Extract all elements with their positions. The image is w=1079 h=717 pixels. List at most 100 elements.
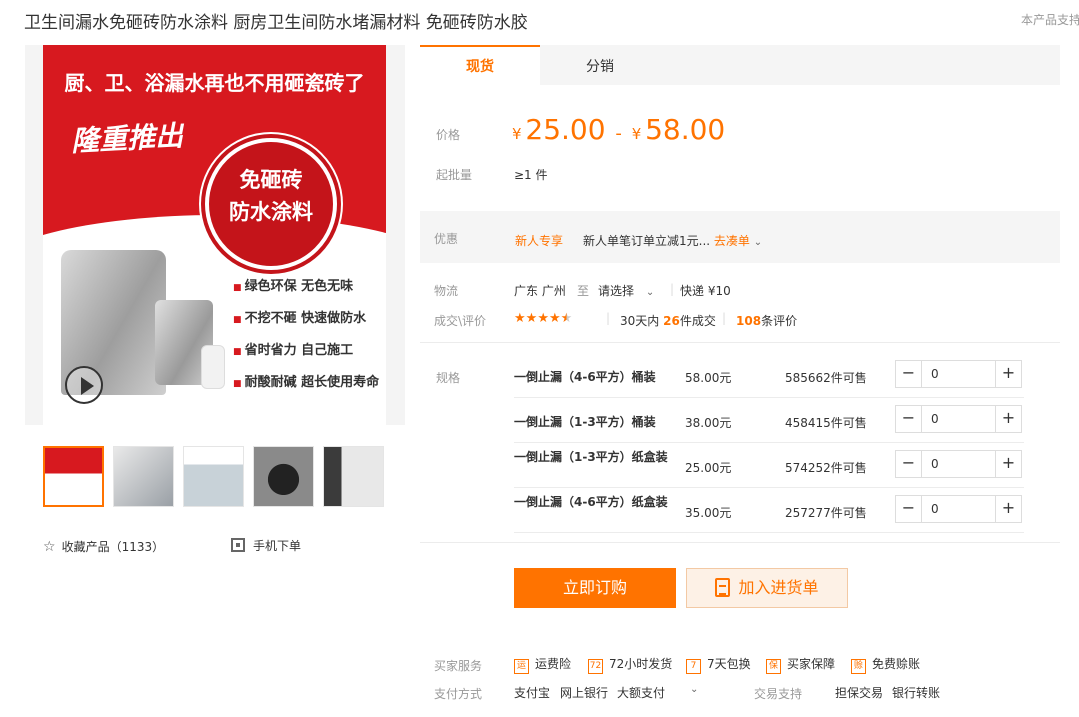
price-dash: - xyxy=(615,123,622,144)
sku-row: 一倒止漏（1-3平方）桶装 38.00元 458415件可售 − + xyxy=(514,398,1024,443)
sku-stock: 458415件可售 xyxy=(785,416,867,430)
favorite-label: 收藏产品 xyxy=(61,540,110,554)
tab-spot[interactable]: 现货 xyxy=(420,45,540,85)
promotion-text: 新人单笔订单立减1元... 去凑单 ⌄ xyxy=(583,232,762,249)
quantity-stepper: − + xyxy=(895,450,1022,478)
reviews-divider: | xyxy=(606,311,611,325)
destination-value: 请选择 xyxy=(598,284,635,298)
sku-stock: 574252件可售 xyxy=(785,461,867,475)
chevron-down-icon[interactable]: ⌄ xyxy=(754,237,762,248)
poster-seal: 免砸砖 防水涂料 xyxy=(205,138,337,270)
add-to-cart-button[interactable]: 加入进货单 xyxy=(686,568,848,608)
thumbnail-4[interactable] xyxy=(253,446,314,507)
sku-stock: 585662件可售 xyxy=(785,371,867,385)
service-buyer-protection[interactable]: 保买家保障 xyxy=(766,655,835,674)
thumbnail-3[interactable] xyxy=(183,446,244,507)
reviews-label: 成交\评价 xyxy=(434,314,487,328)
quantity-input[interactable] xyxy=(923,451,995,477)
clipboard-icon xyxy=(715,578,731,597)
poster-feature: 绿色环保 无色无味 xyxy=(233,275,379,294)
sku-label: 规格 xyxy=(436,371,461,385)
thumbnail-1[interactable] xyxy=(43,446,104,507)
moq-label: 起批量 xyxy=(436,168,473,182)
trade-support-label: 交易支持 xyxy=(754,687,803,701)
destination-select[interactable]: 请选择 ⌄ xyxy=(598,282,654,299)
favorite-button[interactable]: ☆ 收藏产品（1133） xyxy=(43,538,164,555)
decrease-button[interactable]: − xyxy=(896,361,922,387)
decrease-button[interactable]: − xyxy=(896,406,922,432)
poster-feature: 耐酸耐碱 超长使用寿命 xyxy=(233,371,380,390)
buy-now-button[interactable]: 立即订购 xyxy=(514,568,676,608)
increase-button[interactable]: + xyxy=(995,496,1021,522)
shipping-72h-icon: 72 xyxy=(588,659,603,674)
increase-button[interactable]: + xyxy=(995,406,1021,432)
exchange-7day-icon: 7 xyxy=(686,659,701,674)
star-icon: ★ xyxy=(537,311,549,326)
decrease-button[interactable]: − xyxy=(896,451,922,477)
offer-tabs: 现货 分销 xyxy=(420,45,1060,85)
divider xyxy=(420,342,1060,343)
price-label: 价格 xyxy=(436,128,461,142)
review-suffix: 条评价 xyxy=(761,314,798,328)
sku-name: 一倒止漏（4-6平方）纸盒装 xyxy=(514,495,668,509)
promotion-tag: 新人专享 xyxy=(515,234,564,248)
chevron-down-icon[interactable]: ⌄ xyxy=(690,684,698,695)
sku-name: 一倒止漏（4-6平方）桶装 xyxy=(514,370,656,384)
star-icon: ★ xyxy=(525,311,538,326)
product-title: 卫生间漏水免砸砖防水涂料 厨房卫生间防水堵漏材料 免砸砖防水胶 xyxy=(24,13,528,33)
logistics-origin: 广东 广州 xyxy=(514,284,566,298)
sku-name: 一倒止漏（1-3平方）桶装 xyxy=(514,415,656,429)
rating-stars: ★★★★★ xyxy=(514,311,572,326)
decrease-button[interactable]: − xyxy=(896,496,922,522)
poster-features: 绿色环保 无色无味 不挖不砸 快速做防水 省时省力 自己施工 耐酸耐碱 超长使用… xyxy=(233,275,380,403)
quantity-stepper: − + xyxy=(895,405,1022,433)
sku-row: 一倒止漏（4-6平方）桶装 58.00元 585662件可售 − + xyxy=(514,353,1024,398)
service-freight-insurance[interactable]: 运运费险 xyxy=(514,655,571,674)
logistics-divider: | xyxy=(670,282,675,296)
currency-symbol: ¥ xyxy=(512,125,522,143)
deals-count: 26 xyxy=(663,314,680,328)
quantity-stepper: − + xyxy=(895,360,1022,388)
poster-headline: 厨、卫、浴漏水再也不用砸瓷砖了 xyxy=(64,71,365,95)
quantity-input[interactable] xyxy=(923,361,995,387)
promotion-link[interactable]: 去凑单 xyxy=(714,234,750,248)
mobile-order-button[interactable]: 手机下单 xyxy=(231,537,301,554)
poster-feature: 不挖不砸 快速做防水 xyxy=(233,307,379,326)
product-bottle xyxy=(201,345,225,389)
freight-insurance-icon: 运 xyxy=(514,659,529,674)
chevron-down-icon: ⌄ xyxy=(645,287,655,298)
service-free-credit[interactable]: 赊免费赊账 xyxy=(851,655,920,674)
increase-button[interactable]: + xyxy=(995,361,1021,387)
quantity-stepper: − + xyxy=(895,495,1022,523)
service-label: 7天包换 xyxy=(707,657,751,671)
service-7day-exchange[interactable]: 7 7天包换 xyxy=(686,655,751,674)
service-label: 免费赊账 xyxy=(872,657,921,671)
payment-method: 大额支付 xyxy=(617,686,666,700)
service-label: 运费险 xyxy=(535,657,572,671)
video-play-icon[interactable] xyxy=(65,366,103,404)
review-link[interactable]: 108条评价 xyxy=(736,312,797,329)
logistics-to: 至 xyxy=(577,284,590,298)
payment-label: 支付方式 xyxy=(434,687,483,701)
seal-line-2: 防水涂料 xyxy=(229,200,313,224)
main-product-image[interactable]: 厨、卫、浴漏水再也不用砸瓷砖了 隆重推出 免砸砖 防水涂料 绿色环保 无色无味 … xyxy=(25,45,405,425)
thumbnail-2[interactable] xyxy=(113,446,174,507)
max-price: 58.00 xyxy=(645,113,726,146)
quantity-input[interactable] xyxy=(923,406,995,432)
add-to-cart-label: 加入进货单 xyxy=(738,578,819,597)
logistics-label: 物流 xyxy=(434,284,459,298)
sku-price: 25.00元 xyxy=(685,461,732,475)
deals-period: 30天内 xyxy=(620,314,660,328)
tab-distribution[interactable]: 分销 xyxy=(540,45,660,85)
quantity-input[interactable] xyxy=(923,496,995,522)
increase-button[interactable]: + xyxy=(995,451,1021,477)
poster-feature: 省时省力 自己施工 xyxy=(233,339,379,358)
promotion-description: 新人单笔订单立减1元... xyxy=(583,234,711,248)
service-72h-shipping[interactable]: 72 72小时发货 xyxy=(588,655,672,674)
sku-price: 38.00元 xyxy=(685,416,732,430)
reviews-divider: | xyxy=(722,311,727,325)
price-range: ¥ 25.00 - ¥ 58.00 xyxy=(512,113,725,146)
thumbnail-5[interactable] xyxy=(323,446,384,507)
service-label: 72小时发货 xyxy=(609,657,673,671)
sku-row: 一倒止漏（4-6平方）纸盒装 35.00元 257277件可售 − + xyxy=(514,488,1024,533)
